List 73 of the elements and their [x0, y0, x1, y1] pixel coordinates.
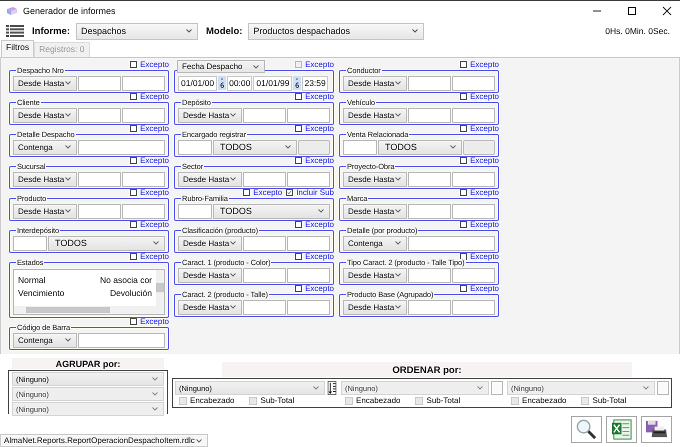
- checkbox-label: Encabezado: [356, 396, 400, 405]
- mode-dropdown[interactable]: Desde Hasta: [178, 300, 242, 314]
- excepto-label: Excepto: [470, 253, 499, 260]
- value-dropdown[interactable]: TODOS: [48, 236, 165, 250]
- window-title: Generador de informes: [23, 6, 116, 16]
- excepto-label: Excepto: [305, 61, 334, 68]
- excepto-label: Excepto: [305, 93, 334, 100]
- mode-dropdown[interactable]: Desde Hasta: [343, 300, 407, 314]
- excepto-label: Excepto: [470, 125, 499, 132]
- mode-dropdown[interactable]: Desde Hasta: [13, 172, 77, 186]
- date-type-dropdown[interactable]: Fecha Despacho: [177, 60, 265, 73]
- excepto-label: Excepto: [140, 157, 169, 164]
- excepto-label: Excepto: [140, 125, 169, 132]
- checkbox-label: Encabezado: [190, 396, 234, 405]
- list-item[interactable]: Normal: [18, 274, 46, 284]
- mode-dropdown[interactable]: Contenga: [343, 236, 407, 250]
- list-item[interactable]: Devolución: [110, 288, 152, 298]
- excepto-label: Excepto: [140, 61, 169, 68]
- excepto-label: Excepto: [470, 93, 499, 100]
- mode-dropdown[interactable]: Desde Hasta: [343, 172, 407, 186]
- checkbox-label: Sub-Total: [592, 396, 626, 405]
- excepto-label: Excepto: [253, 189, 282, 196]
- elapsed-time: 0Hs. 0Min. 0Sec.: [605, 26, 670, 36]
- mode-dropdown[interactable]: Desde Hasta: [178, 236, 242, 250]
- include-sub-label: Incluir Sub: [296, 189, 334, 196]
- mode-dropdown[interactable]: Desde Hasta: [178, 172, 242, 186]
- mode-dropdown[interactable]: Contenga: [13, 332, 77, 348]
- mode-dropdown[interactable]: Desde Hasta: [178, 268, 242, 282]
- excepto-label: Excepto: [470, 157, 499, 164]
- date-field[interactable]: 01/01/99: [253, 76, 292, 90]
- checkbox-label: Sub-Total: [426, 396, 460, 405]
- mode-dropdown[interactable]: Desde Hasta: [178, 108, 242, 122]
- excepto-label: Excepto: [470, 189, 499, 196]
- list-item[interactable]: No asocia cor: [100, 274, 152, 284]
- excepto-label: Excepto: [305, 285, 334, 292]
- value-dropdown[interactable]: TODOS: [213, 204, 330, 218]
- excepto-label: Excepto: [305, 253, 334, 260]
- excepto-label: Excepto: [140, 221, 169, 228]
- modelo-label: Modelo:: [206, 26, 242, 36]
- checkbox-label: Sub-Total: [260, 396, 294, 405]
- mode-dropdown[interactable]: Desde Hasta: [343, 76, 407, 90]
- excepto-label: Excepto: [305, 125, 334, 132]
- excepto-label: Excepto: [470, 221, 499, 228]
- excepto-label: Excepto: [305, 221, 334, 228]
- mode-dropdown[interactable]: Contenga: [13, 140, 77, 154]
- mode-dropdown[interactable]: Desde Hasta: [13, 108, 77, 122]
- excepto-label: Excepto: [140, 93, 169, 100]
- excepto-label: Excepto: [140, 318, 169, 325]
- list-item[interactable]: Vencimiento: [18, 288, 64, 298]
- time-field[interactable]: 00:00: [227, 76, 252, 90]
- informe-label: Informe:: [32, 26, 70, 36]
- mode-dropdown[interactable]: Desde Hasta: [343, 204, 407, 218]
- time-field[interactable]: 23:59: [302, 76, 328, 90]
- excepto-label: Excepto: [470, 285, 499, 292]
- mode-dropdown[interactable]: Desde Hasta: [13, 76, 77, 90]
- value-dropdown[interactable]: TODOS: [378, 140, 462, 154]
- checkbox-label: Encabezado: [522, 396, 566, 405]
- tab[interactable]: Filtros: [1, 40, 34, 57]
- date-field[interactable]: 01/01/00: [178, 76, 218, 90]
- mode-dropdown[interactable]: Desde Hasta: [13, 204, 77, 218]
- section-title: ORDENAR por:: [222, 362, 632, 378]
- excepto-label: Excepto: [305, 157, 334, 164]
- informe-dropdown[interactable]: Despachos: [76, 22, 198, 40]
- excepto-label: Excepto: [140, 253, 169, 260]
- section-title: AGRUPAR por:: [12, 358, 164, 370]
- report-file-dropdown[interactable]: AlmaNet.Reports.ReportOperacionDespachoItem.rdlc: [0, 434, 208, 447]
- excepto-label: Excepto: [470, 61, 499, 68]
- mode-dropdown[interactable]: Desde Hasta: [343, 268, 407, 282]
- status-list[interactable]: Normal No asocia cor Vencimiento Devolución: [13, 269, 165, 315]
- mode-dropdown[interactable]: Desde Hasta: [343, 108, 407, 122]
- modelo-dropdown[interactable]: Productos despachados: [248, 22, 424, 40]
- excepto-label: Excepto: [140, 189, 169, 196]
- value-dropdown[interactable]: TODOS: [213, 140, 297, 154]
